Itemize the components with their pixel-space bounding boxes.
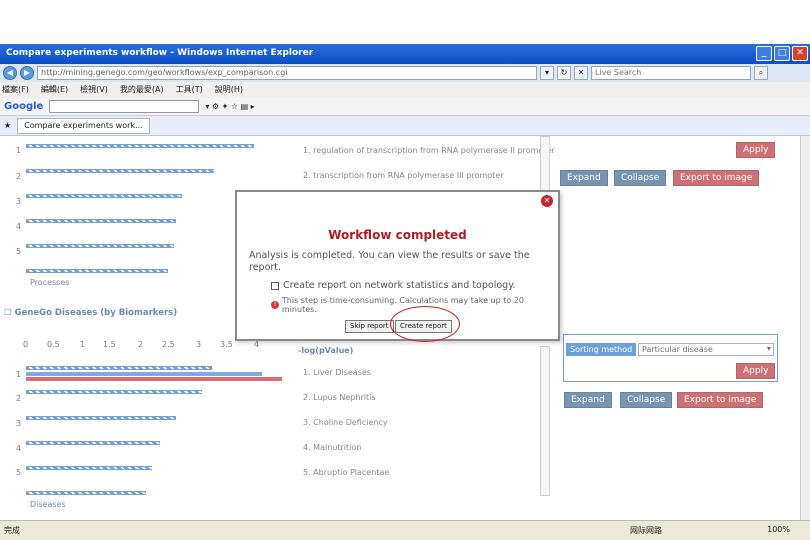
report-checkbox[interactable] xyxy=(271,281,279,290)
minimize-button[interactable]: _ xyxy=(756,46,772,61)
menu-item[interactable]: 檔案(F) xyxy=(2,84,29,96)
address-bar: ◀ ▶ http://mining.genego.com/geo/workflo… xyxy=(0,64,810,82)
google-toolbar: Google ▾ ⚙ ✦ ☆ ▤ ▸ xyxy=(0,98,810,116)
search-input[interactable]: Live Search xyxy=(591,66,751,80)
back-icon[interactable]: ◀ xyxy=(3,66,17,80)
zoom-level[interactable]: 100% xyxy=(767,525,790,534)
status-bar: 完成 网际网路 100% xyxy=(0,520,810,540)
menu-item[interactable]: 說明(H) xyxy=(215,84,243,96)
maximize-button[interactable]: □ xyxy=(774,46,790,61)
status-text: 完成 xyxy=(4,526,20,535)
dialog-title: Workflow completed xyxy=(328,228,467,242)
skip-report-button[interactable]: Skip report xyxy=(345,320,394,333)
refresh-icon[interactable]: ↻ xyxy=(557,66,571,80)
warning-icon: ! xyxy=(271,301,279,309)
tab-bar: ★ Compare experiments work... xyxy=(0,116,810,136)
menu-item[interactable]: 檢視(V) xyxy=(80,84,108,96)
forward-icon[interactable]: ▶ xyxy=(20,66,34,80)
window-titlebar: Compare experiments workflow - Windows I… xyxy=(0,44,810,64)
favorites-star-icon[interactable]: ★ xyxy=(4,121,11,130)
toolbar-icon[interactable]: ▾ ⚙ ✦ ☆ ▤ ▸ xyxy=(205,102,254,111)
highlight-annotation xyxy=(390,306,460,342)
stop-icon[interactable]: ✕ xyxy=(574,66,588,80)
menu-bar: 檔案(F) 編輯(E) 檢視(V) 我的最愛(A) 工具(T) 說明(H) xyxy=(0,82,810,98)
window-title: Compare experiments workflow - Windows I… xyxy=(6,48,314,58)
search-icon[interactable]: ⌕ xyxy=(754,66,768,80)
close-window-button[interactable]: ✕ xyxy=(792,46,808,61)
menu-item[interactable]: 工具(T) xyxy=(176,84,203,96)
report-checkbox-label: Create report on network statistics and … xyxy=(283,280,516,291)
menu-item[interactable]: 編輯(E) xyxy=(41,84,68,96)
browser-tab[interactable]: Compare experiments work... xyxy=(17,117,150,134)
page-scrollbar[interactable] xyxy=(800,136,810,520)
security-zone: 网际网路 xyxy=(630,526,662,535)
url-field[interactable]: http://mining.genego.com/geo/workflows/e… xyxy=(37,66,537,80)
google-logo: Google xyxy=(4,101,44,112)
menu-item[interactable]: 我的最愛(A) xyxy=(120,84,164,96)
google-search-input[interactable] xyxy=(49,100,200,113)
report-checkbox-row[interactable]: Create report on network statistics and … xyxy=(271,280,515,291)
dialog-message: Analysis is completed. You can view the … xyxy=(249,250,530,273)
dropdown-icon[interactable]: ▾ xyxy=(540,66,554,80)
close-icon[interactable]: ✕ xyxy=(541,195,553,207)
